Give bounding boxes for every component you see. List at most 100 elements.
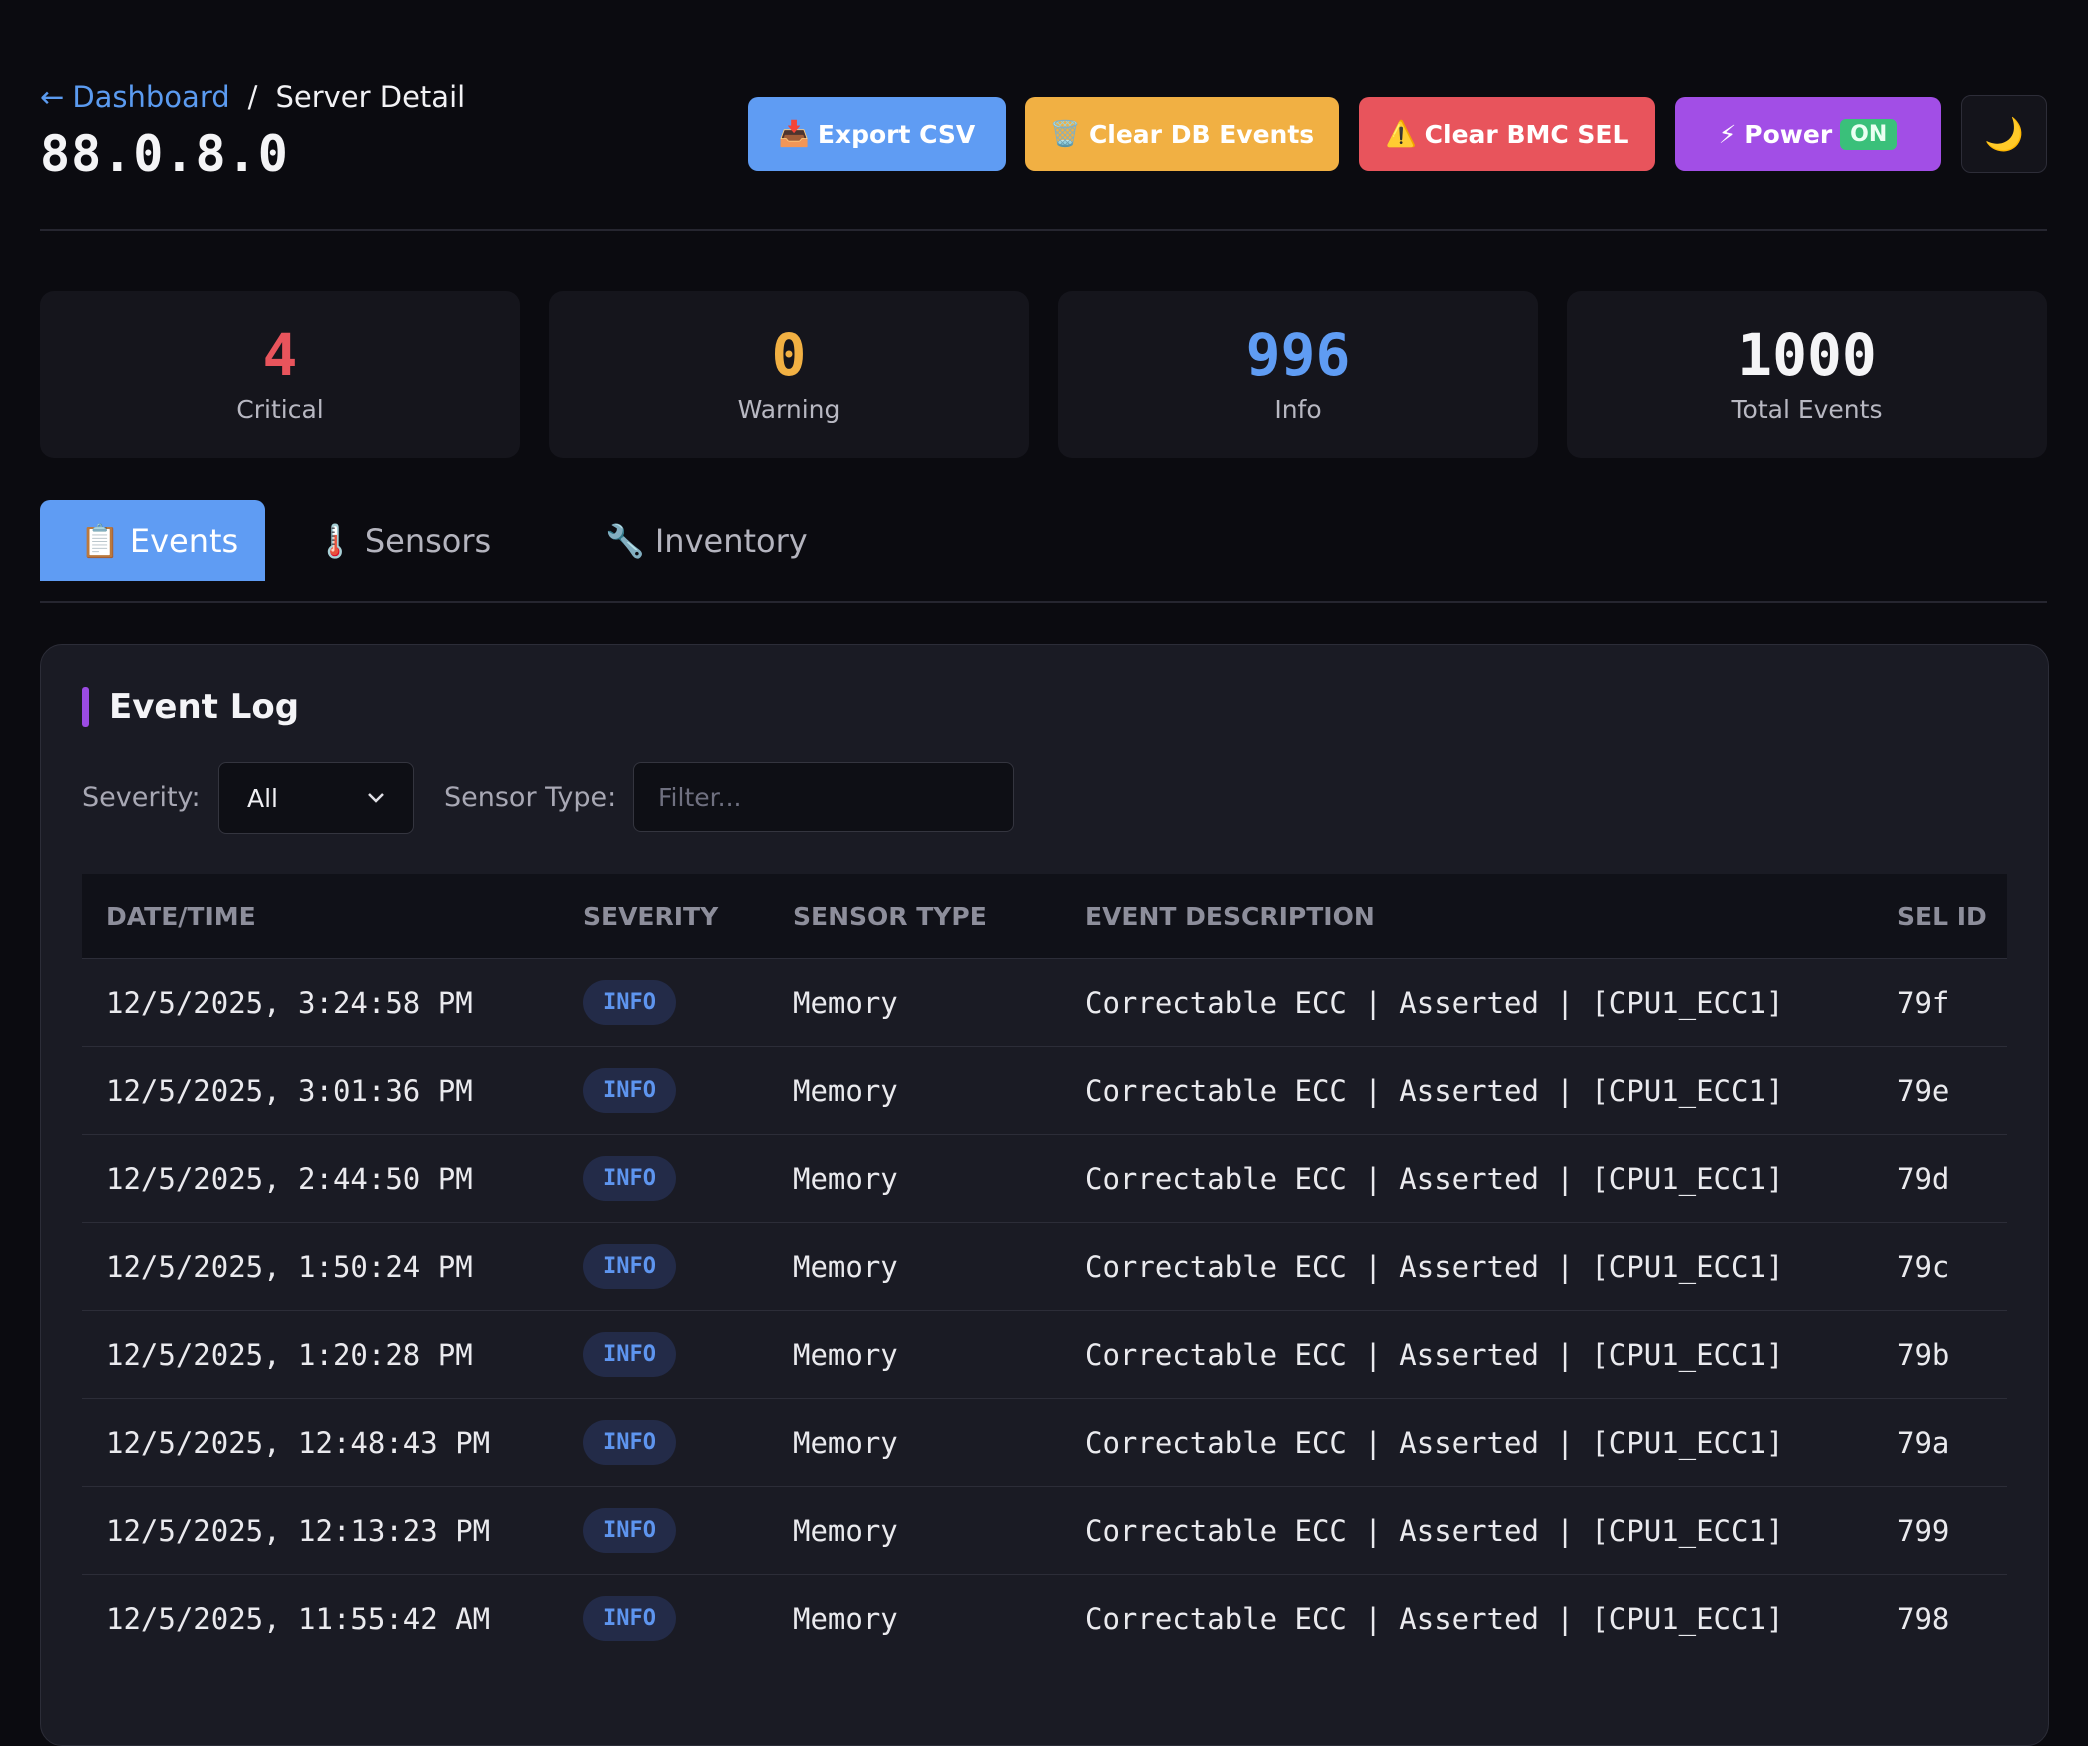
stat-card-warning: 0 Warning [549, 291, 1029, 458]
tab-events[interactable]: 📋 Events [40, 500, 265, 581]
cell-sel-id: 79b [1873, 1310, 2007, 1399]
column-header-description[interactable]: EVENT DESCRIPTION [1061, 874, 1873, 959]
event-log-title: Event Log [109, 687, 300, 727]
severity-badge: INFO [583, 1596, 676, 1641]
table-row[interactable]: 12/5/2025, 12:48:43 PM INFO Memory Corre… [82, 1398, 2007, 1487]
trash-icon: 🗑️ [1049, 119, 1081, 148]
cell-description: Correctable ECC | Asserted | [CPU1_ECC1] [1061, 958, 1873, 1047]
cell-datetime: 12/5/2025, 1:50:24 PM [82, 1222, 559, 1311]
cell-severity: INFO [559, 1134, 769, 1223]
column-header-datetime[interactable]: DATE/TIME [82, 874, 559, 959]
cell-sel-id: 798 [1873, 1574, 2007, 1662]
export-csv-label: Export CSV [817, 119, 976, 149]
column-header-sensor-type[interactable]: SENSOR TYPE [769, 874, 1061, 959]
cell-sel-id: 79f [1873, 958, 2007, 1047]
table-row[interactable]: 12/5/2025, 3:01:36 PM INFO Memory Correc… [82, 1046, 2007, 1135]
heading-accent-bar [82, 687, 89, 727]
cell-description: Correctable ECC | Asserted | [CPU1_ECC1] [1061, 1574, 1873, 1662]
severity-badge: INFO [583, 1332, 676, 1377]
cell-sensor-type: Memory [769, 958, 1061, 1047]
severity-select[interactable]: All [218, 762, 414, 834]
power-label: Power [1744, 119, 1833, 149]
power-state-badge: ON [1840, 118, 1898, 150]
page-header: ← Dashboard / Server Detail 88.0.8.0 📥 E… [40, 80, 2047, 183]
severity-badge: INFO [583, 1244, 676, 1289]
stat-critical-label: Critical [236, 395, 324, 424]
cell-sel-id: 799 [1873, 1486, 2007, 1575]
stat-info-value: 996 [1245, 321, 1351, 389]
breadcrumb-dashboard-link[interactable]: ← Dashboard [40, 80, 230, 114]
cell-description: Correctable ECC | Asserted | [CPU1_ECC1] [1061, 1134, 1873, 1223]
cell-sel-id: 79d [1873, 1134, 2007, 1223]
breadcrumb-dashboard-label: Dashboard [72, 80, 230, 114]
page-title: 88.0.8.0 [40, 125, 289, 183]
severity-badge: INFO [583, 980, 676, 1025]
power-button[interactable]: ⚡ Power ON [1675, 97, 1941, 171]
cell-sel-id: 79c [1873, 1222, 2007, 1311]
tab-events-label: Events [129, 521, 239, 560]
table-row[interactable]: 12/5/2025, 12:13:23 PM INFO Memory Corre… [82, 1486, 2007, 1575]
breadcrumb-separator: / [247, 80, 258, 114]
column-header-sel-id[interactable]: SEL ID [1873, 874, 2007, 959]
cell-description: Correctable ECC | Asserted | [CPU1_ECC1] [1061, 1222, 1873, 1311]
cell-severity: INFO [559, 1310, 769, 1399]
cell-description: Correctable ECC | Asserted | [CPU1_ECC1] [1061, 1310, 1873, 1399]
event-log-heading: Event Log [82, 687, 299, 727]
cell-sensor-type: Memory [769, 1046, 1061, 1135]
table-header-row: DATE/TIME SEVERITY SENSOR TYPE EVENT DES… [82, 874, 2007, 959]
tab-inventory[interactable]: 🔧 Inventory [565, 500, 845, 581]
warning-icon: ⚠️ [1385, 119, 1417, 148]
tab-sensors-label: Sensors [364, 521, 492, 560]
sensor-type-filter-input[interactable] [633, 762, 1014, 832]
clear-bmc-sel-label: Clear BMC SEL [1424, 119, 1629, 149]
severity-badge: INFO [583, 1508, 676, 1553]
tab-inventory-label: Inventory [654, 521, 808, 560]
severity-badge: INFO [583, 1156, 676, 1201]
sensor-type-filter-label: Sensor Type: [444, 782, 617, 813]
chevron-down-icon [368, 793, 384, 803]
stat-warning-value: 0 [771, 321, 807, 389]
cell-severity: INFO [559, 1486, 769, 1575]
theme-toggle-button[interactable]: 🌙 [1961, 95, 2047, 173]
clear-db-events-button[interactable]: 🗑️ Clear DB Events [1025, 97, 1339, 171]
table-row[interactable]: 12/5/2025, 3:24:58 PM INFO Memory Correc… [82, 958, 2007, 1047]
event-table: DATE/TIME SEVERITY SENSOR TYPE EVENT DES… [82, 874, 2007, 1662]
moon-icon: 🌙 [1984, 115, 2024, 153]
cell-datetime: 12/5/2025, 12:13:23 PM [82, 1486, 559, 1575]
cell-datetime: 12/5/2025, 11:55:42 AM [82, 1574, 559, 1662]
cell-sensor-type: Memory [769, 1134, 1061, 1223]
cell-severity: INFO [559, 1046, 769, 1135]
header-divider [40, 229, 2047, 231]
clear-bmc-sel-button[interactable]: ⚠️ Clear BMC SEL [1359, 97, 1655, 171]
cell-severity: INFO [559, 958, 769, 1047]
stat-critical-value: 4 [262, 321, 298, 389]
severity-badge: INFO [583, 1068, 676, 1113]
lightning-icon: ⚡ [1718, 119, 1737, 149]
table-row[interactable]: 12/5/2025, 11:55:42 AM INFO Memory Corre… [82, 1574, 2007, 1662]
stat-warning-label: Warning [737, 395, 841, 424]
inbox-tray-icon: 📥 [778, 119, 810, 148]
tab-sensors[interactable]: 🌡️ Sensors [275, 500, 515, 581]
cell-datetime: 12/5/2025, 1:20:28 PM [82, 1310, 559, 1399]
cell-sel-id: 79e [1873, 1046, 2007, 1135]
cell-description: Correctable ECC | Asserted | [CPU1_ECC1] [1061, 1046, 1873, 1135]
stat-card-info: 996 Info [1058, 291, 1538, 458]
table-row[interactable]: 12/5/2025, 1:20:28 PM INFO Memory Correc… [82, 1310, 2007, 1399]
clipboard-icon: 📋 [80, 521, 120, 560]
cell-sensor-type: Memory [769, 1222, 1061, 1311]
cell-severity: INFO [559, 1222, 769, 1311]
back-arrow-icon: ← [40, 80, 65, 114]
severity-badge: INFO [583, 1420, 676, 1465]
stat-card-critical: 4 Critical [40, 291, 520, 458]
cell-severity: INFO [559, 1398, 769, 1487]
cell-datetime: 12/5/2025, 3:24:58 PM [82, 958, 559, 1047]
export-csv-button[interactable]: 📥 Export CSV [748, 97, 1006, 171]
tab-divider [40, 601, 2047, 603]
column-header-severity[interactable]: SEVERITY [559, 874, 769, 959]
table-row[interactable]: 12/5/2025, 1:50:24 PM INFO Memory Correc… [82, 1222, 2007, 1311]
stat-total-label: Total Events [1731, 395, 1883, 424]
cell-description: Correctable ECC | Asserted | [CPU1_ECC1] [1061, 1486, 1873, 1575]
table-row[interactable]: 12/5/2025, 2:44:50 PM INFO Memory Correc… [82, 1134, 2007, 1223]
cell-sensor-type: Memory [769, 1310, 1061, 1399]
stat-total-value: 1000 [1737, 321, 1877, 389]
